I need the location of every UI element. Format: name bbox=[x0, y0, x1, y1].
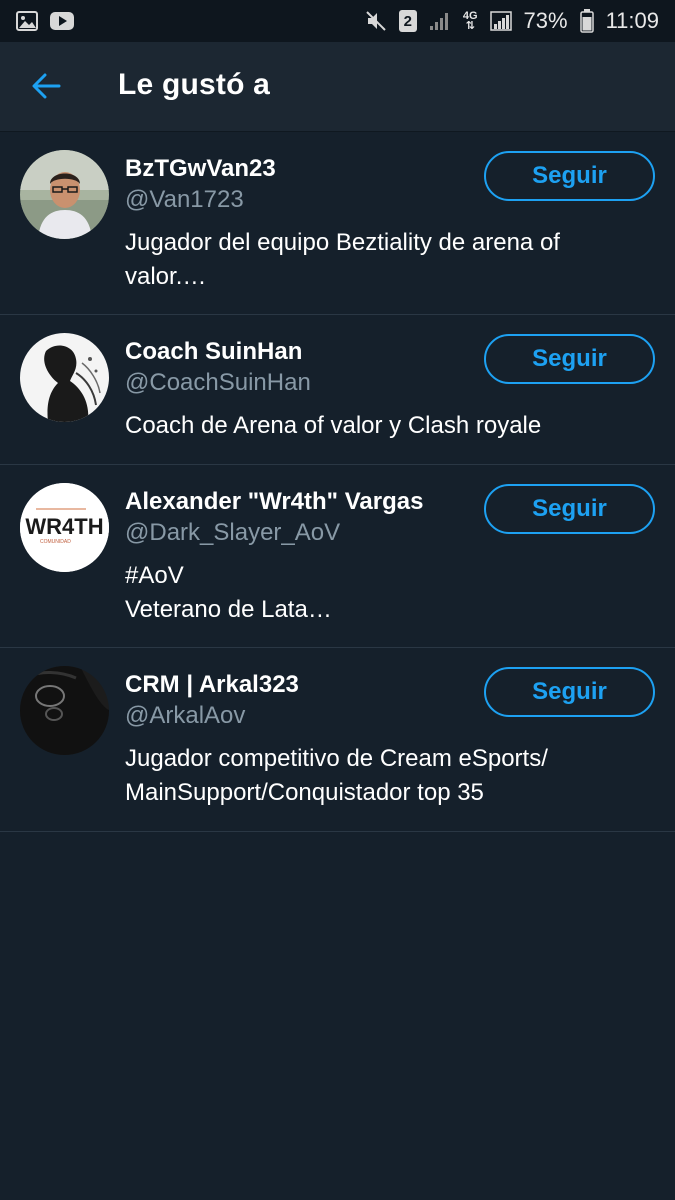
user-handle: @ArkalAov bbox=[125, 702, 246, 729]
page-title: Le gustó a bbox=[118, 68, 271, 101]
user-bio: Jugador del equipo Beztiality de arena o… bbox=[125, 229, 560, 290]
user-list-item[interactable]: Coach SuinHan @CoachSuinHan Coach de Are… bbox=[0, 315, 675, 465]
status-time: 11:09 bbox=[605, 8, 659, 33]
user-list-item[interactable]: WR4TH COMUNIDAD Alexander "Wr4th" Vargas… bbox=[0, 465, 675, 648]
liked-by-list: BzTGwVan23 @Van1723 Jugador del equipo B… bbox=[0, 132, 675, 832]
avatar[interactable]: WR4TH COMUNIDAD bbox=[20, 483, 109, 572]
user-text: CRM | Arkal323 @ArkalAov bbox=[125, 670, 475, 732]
top-app-bar: Le gustó a bbox=[0, 42, 675, 132]
user-bio: Jugador competitivo de Cream eSports/ Ma… bbox=[125, 745, 548, 806]
network-type-label: 4G bbox=[462, 10, 478, 22]
user-display-name: Coach SuinHan bbox=[125, 338, 303, 365]
network-4g-icon: 4G ⇅ bbox=[462, 10, 478, 32]
follow-button[interactable]: Seguir bbox=[484, 484, 655, 534]
youtube-icon bbox=[50, 12, 74, 30]
follow-button[interactable]: Seguir bbox=[484, 667, 655, 717]
user-display-name: CRM | Arkal323 bbox=[125, 671, 299, 698]
user-list-item[interactable]: CRM | Arkal323 @ArkalAov Jugador competi… bbox=[0, 648, 675, 832]
svg-text:COMUNIDAD: COMUNIDAD bbox=[40, 539, 71, 545]
avatar[interactable] bbox=[20, 666, 109, 755]
battery-icon bbox=[579, 9, 594, 33]
status-bar-right: 2 4G ⇅ 73% 11:09 bbox=[365, 8, 659, 34]
avatar-wordmark: WR4TH bbox=[25, 514, 103, 539]
avatar[interactable] bbox=[20, 150, 109, 239]
user-handle: @Dark_Slayer_AoV bbox=[125, 519, 341, 546]
avatar[interactable] bbox=[20, 333, 109, 422]
user-display-name: BzTGwVan23 bbox=[125, 155, 276, 182]
status-bar-left bbox=[16, 11, 74, 31]
back-button[interactable] bbox=[22, 64, 70, 112]
arrow-left-icon bbox=[31, 73, 61, 104]
user-handle: @Van1723 bbox=[125, 186, 244, 213]
follow-button[interactable]: Seguir bbox=[484, 334, 655, 384]
user-handle: @CoachSuinHan bbox=[125, 369, 311, 396]
user-bio: Coach de Arena of valor y Clash royale bbox=[125, 412, 542, 439]
image-icon bbox=[16, 11, 38, 31]
user-text: BzTGwVan23 @Van1723 bbox=[125, 154, 475, 216]
battery-percent: 73% bbox=[523, 8, 568, 33]
status-bar: 2 4G ⇅ 73% 11:09 bbox=[0, 0, 675, 42]
user-list-item[interactable]: BzTGwVan23 @Van1723 Jugador del equipo B… bbox=[0, 132, 675, 315]
sim-badge-icon: 2 bbox=[398, 10, 417, 32]
mute-icon bbox=[365, 10, 387, 32]
signal-icon bbox=[429, 11, 451, 31]
follow-button[interactable]: Seguir bbox=[484, 151, 655, 201]
user-display-name: Alexander "Wr4th" Vargas bbox=[125, 488, 424, 515]
user-bio: #AoV Veterano de Lata… bbox=[125, 562, 332, 623]
user-text: Alexander "Wr4th" Vargas @Dark_Slayer_Ao… bbox=[125, 487, 475, 549]
user-text: Coach SuinHan @CoachSuinHan bbox=[125, 337, 475, 399]
signal-icon bbox=[489, 11, 512, 31]
